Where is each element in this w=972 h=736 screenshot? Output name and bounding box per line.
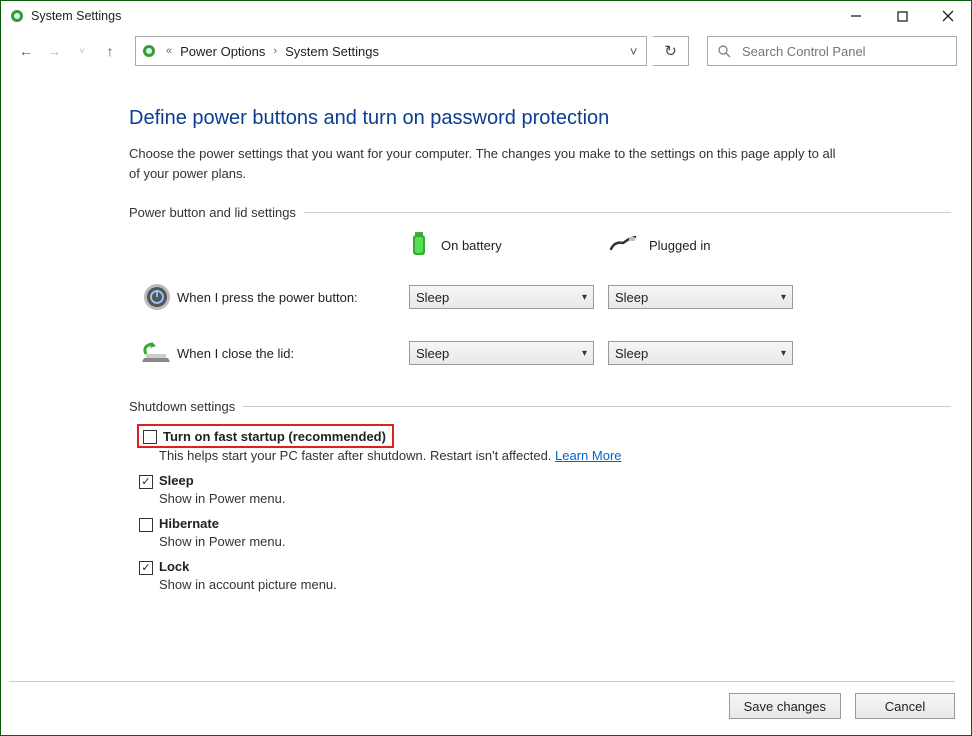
close-button[interactable] (925, 1, 971, 31)
app-icon (9, 8, 25, 24)
recent-dropdown[interactable]: ˅ (71, 36, 93, 66)
column-plugged-label: Plugged in (649, 238, 710, 253)
save-changes-button[interactable]: Save changes (729, 693, 841, 719)
lock-label: Lock (159, 559, 189, 574)
divider (304, 212, 951, 213)
nav-bar: ← → ˅ ↑ « Power Options › System Setting… (1, 31, 971, 71)
chevron-down-icon: ▾ (781, 292, 786, 303)
search-input[interactable] (740, 43, 956, 60)
forward-button[interactable]: → (43, 36, 65, 66)
lid-close-label: When I close the lid: (177, 346, 409, 361)
search-icon (708, 44, 740, 58)
laptop-lid-icon (137, 340, 177, 366)
fast-startup-sub: This helps start your PC faster after sh… (159, 448, 951, 463)
search-box[interactable] (707, 36, 957, 66)
page-intro: Choose the power settings that you want … (129, 144, 849, 183)
chevron-down-icon: ▾ (781, 348, 786, 359)
window-controls (833, 1, 971, 31)
lid-battery-select[interactable]: Sleep▾ (409, 341, 594, 365)
sleep-sub: Show in Power menu. (159, 491, 951, 506)
breadcrumb-prefix: « (162, 45, 176, 57)
cancel-button[interactable]: Cancel (855, 693, 955, 719)
shutdown-section-heading: Shutdown settings (129, 399, 951, 414)
highlighted-fast-startup: Turn on fast startup (recommended) (137, 424, 394, 448)
fast-startup-label: Turn on fast startup (recommended) (163, 429, 386, 444)
action-bar: Save changes Cancel (729, 681, 955, 719)
breadcrumb-item[interactable]: System Settings (281, 44, 383, 59)
power-button-row: When I press the power button: Sleep▾ Sl… (129, 269, 951, 325)
power-button-battery-select[interactable]: Sleep▾ (409, 285, 594, 309)
window-title: System Settings (31, 9, 121, 23)
power-section-heading: Power button and lid settings (129, 205, 951, 220)
sleep-checkbox[interactable] (139, 475, 153, 489)
power-button-icon (137, 282, 177, 312)
minimize-button[interactable] (833, 1, 879, 31)
fast-startup-checkbox[interactable] (143, 430, 157, 444)
chevron-down-icon: ▾ (582, 348, 587, 359)
column-battery-label: On battery (441, 238, 502, 253)
power-button-label: When I press the power button: (177, 290, 409, 305)
column-headers: On battery Plugged in (409, 230, 951, 261)
titlebar: System Settings (1, 1, 971, 31)
refresh-button[interactable]: ↻ (653, 36, 689, 66)
maximize-button[interactable] (879, 1, 925, 31)
lid-plugged-select[interactable]: Sleep▾ (608, 341, 793, 365)
plug-icon (609, 235, 637, 256)
learn-more-link[interactable]: Learn More (555, 448, 621, 463)
page-title: Define power buttons and turn on passwor… (129, 107, 951, 130)
power-button-plugged-select[interactable]: Sleep▾ (608, 285, 793, 309)
back-button[interactable]: ← (15, 36, 37, 66)
hibernate-sub: Show in Power menu. (159, 534, 951, 549)
battery-icon (409, 230, 429, 261)
lock-checkbox[interactable] (139, 561, 153, 575)
hibernate-checkbox[interactable] (139, 518, 153, 532)
address-icon (136, 43, 162, 59)
chevron-down-icon: ▾ (582, 292, 587, 303)
lid-close-row: When I close the lid: Sleep▾ Sleep▾ (129, 325, 951, 381)
breadcrumb-item[interactable]: Power Options (176, 44, 269, 59)
divider (243, 406, 951, 407)
chevron-right-icon: › (269, 45, 281, 57)
lock-sub: Show in account picture menu. (159, 577, 951, 592)
content-area: Define power buttons and turn on passwor… (1, 71, 971, 622)
sleep-label: Sleep (159, 473, 194, 488)
hibernate-label: Hibernate (159, 516, 219, 531)
address-history-dropdown[interactable]: ˅ (620, 44, 646, 59)
address-bar[interactable]: « Power Options › System Settings ˅ (135, 36, 647, 66)
up-button[interactable]: ↑ (99, 36, 121, 66)
